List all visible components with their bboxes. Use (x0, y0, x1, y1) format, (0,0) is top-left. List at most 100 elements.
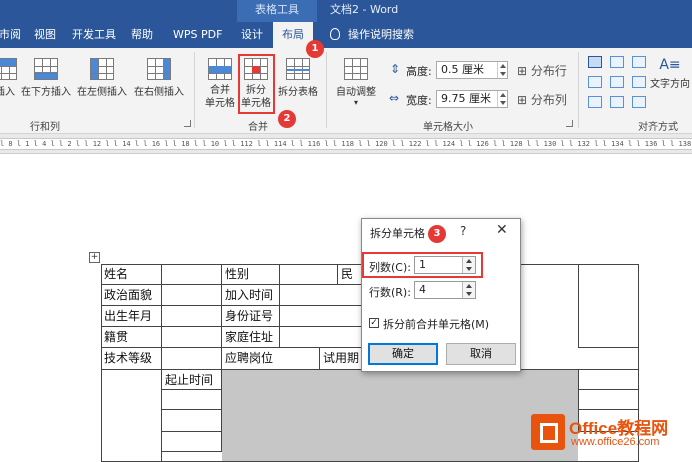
align-middle-center-icon[interactable] (610, 76, 624, 88)
table-cell[interactable] (578, 370, 638, 390)
column-width-icon: ⇔ (389, 91, 400, 105)
table-cell[interactable]: 加入时间 (222, 285, 280, 306)
table-cell[interactable]: 政治面貌 (101, 285, 162, 306)
align-bottom-left-icon[interactable] (588, 96, 602, 108)
table-cell[interactable]: 民 (338, 264, 362, 285)
insert-above-button[interactable]: 插入 (0, 58, 18, 99)
cell-size-launcher-icon[interactable] (566, 120, 573, 127)
height-label: 高度: (406, 65, 432, 78)
merge-cells-button[interactable]: 合并 单元格 (200, 58, 240, 110)
align-middle-right-icon[interactable] (632, 76, 646, 88)
table-cell[interactable] (162, 410, 222, 432)
align-top-right-icon[interactable] (632, 56, 646, 68)
insert-below-button[interactable]: 在下方插入 (18, 58, 74, 99)
align-top-center-icon[interactable] (610, 56, 624, 68)
table-cell[interactable]: 家庭住址 (222, 327, 280, 348)
text-direction-icon: A≡ (659, 57, 681, 73)
table-cell[interactable] (280, 327, 362, 348)
width-input[interactable]: 9.75 厘米 (436, 90, 508, 108)
table-cell[interactable] (520, 348, 638, 370)
width-spinner[interactable] (497, 91, 507, 107)
table-cell[interactable]: 姓名 (101, 264, 162, 285)
insert-below-icon (34, 58, 58, 80)
table-cell[interactable] (162, 306, 222, 327)
group-separator (326, 52, 327, 128)
title-bar: 表格工具 文档2 - Word (0, 0, 692, 22)
merge-before-split-checkbox[interactable]: ✓ (369, 318, 379, 328)
table-cell[interactable]: 身份证号 (222, 306, 280, 327)
tab-wps-pdf[interactable]: WPS PDF (170, 22, 225, 48)
align-middle-left-icon[interactable] (588, 76, 602, 88)
dialog-title: 拆分单元格 (370, 227, 425, 240)
distribute-rows-button[interactable]: ⊞ 分布行 (517, 62, 567, 79)
table-cell[interactable]: 试用期 (320, 348, 362, 370)
table-cell[interactable]: 起止时间 (162, 370, 222, 390)
rows-spinner[interactable] (462, 282, 475, 298)
group-label-merge: 合并 (248, 122, 268, 133)
table-cell[interactable] (162, 390, 222, 410)
table-cell[interactable] (280, 306, 362, 327)
distribute-columns-icon: ⊞ (517, 93, 528, 107)
align-top-left-icon[interactable] (588, 56, 602, 68)
table-cell[interactable] (162, 348, 222, 370)
table-cell-photo[interactable] (578, 264, 638, 348)
watermark-url: www.office26.com (571, 436, 660, 448)
tab-view[interactable]: 视图 (31, 22, 59, 48)
autofit-button[interactable]: 自动调整 ▾ (333, 58, 379, 107)
table-cell[interactable]: 应聘岗位 (222, 348, 320, 370)
align-bottom-right-icon[interactable] (632, 96, 646, 108)
table-cell[interactable] (162, 327, 222, 348)
table-cell[interactable] (280, 264, 338, 285)
split-table-button[interactable]: 拆分表格 (276, 58, 320, 99)
cancel-button[interactable]: 取消 (446, 343, 516, 365)
ruler-ticks: l 8 l 1 l 4 l l 2 l l 12 l l 14 l l 16 l… (0, 138, 692, 150)
autofit-dropdown-icon: ▾ (353, 98, 358, 107)
width-label: 宽度: (406, 94, 432, 107)
table-cell[interactable] (101, 370, 162, 462)
tell-me-search[interactable]: 操作说明搜索 (330, 22, 414, 48)
dialog-help-icon[interactable]: ? (460, 224, 466, 238)
rows-cols-launcher-icon[interactable] (184, 120, 191, 127)
watermark: Office教程网 www.office26.com (531, 412, 692, 462)
tab-review[interactable]: 市阅 (0, 22, 24, 48)
row-height-icon: ⇕ (390, 62, 401, 76)
horizontal-ruler[interactable]: l 8 l 1 l 4 l l 2 l l 12 l l 14 l l 16 l… (0, 134, 692, 154)
rows-label: 行数(R): (369, 286, 411, 299)
rows-input[interactable]: 4 (414, 281, 476, 299)
distribute-columns-button[interactable]: ⊞ 分布列 (517, 91, 567, 108)
insert-left-icon (90, 58, 114, 80)
tab-help[interactable]: 帮助 (128, 22, 156, 48)
group-separator (578, 52, 579, 128)
table-cell[interactable] (162, 285, 222, 306)
table-cell[interactable]: 出生年月 (101, 306, 162, 327)
text-direction-button[interactable]: A≡ 文字方向 (648, 54, 692, 91)
ok-button[interactable]: 确定 (368, 343, 438, 365)
table-cell[interactable]: 技术等级 (101, 348, 162, 370)
insert-left-button[interactable]: 在左侧插入 (74, 58, 130, 99)
document-title: 文档2 - Word (330, 3, 399, 16)
table-cell[interactable] (162, 432, 222, 452)
merge-before-split-label: 拆分前合并单元格(M) (383, 318, 490, 331)
dialog-close-icon[interactable]: ✕ (496, 222, 508, 238)
height-input[interactable]: 0.5 厘米 (436, 61, 508, 79)
lightbulb-icon (330, 28, 340, 40)
table-move-handle-icon[interactable]: + (89, 252, 100, 263)
tell-me-text: 操作说明搜索 (348, 28, 414, 41)
group-separator (194, 52, 195, 128)
align-bottom-center-icon[interactable] (610, 96, 624, 108)
autofit-icon (344, 58, 368, 80)
table-cell[interactable] (578, 390, 638, 410)
office-logo-icon (531, 414, 565, 450)
tab-developer[interactable]: 开发工具 (69, 22, 119, 48)
split-cells-dialog: 拆分单元格 3 ? ✕ 列数(C): 1 行数(R): 4 ✓ 拆分前合并单元格… (361, 218, 521, 372)
table-cell[interactable] (280, 285, 362, 306)
height-spinner[interactable] (497, 62, 507, 78)
table-cell[interactable] (162, 264, 222, 285)
tab-design[interactable]: 设计 (238, 22, 266, 48)
insert-above-icon (0, 58, 17, 80)
ribbon-tab-row: 市阅 视图 开发工具 帮助 WPS PDF 设计 布局 操作说明搜索 (0, 22, 692, 48)
table-cell[interactable]: 籍贯 (101, 327, 162, 348)
insert-right-button[interactable]: 在右侧插入 (130, 58, 188, 99)
table-cell[interactable]: 性别 (222, 264, 280, 285)
columns-highlight (362, 252, 483, 278)
